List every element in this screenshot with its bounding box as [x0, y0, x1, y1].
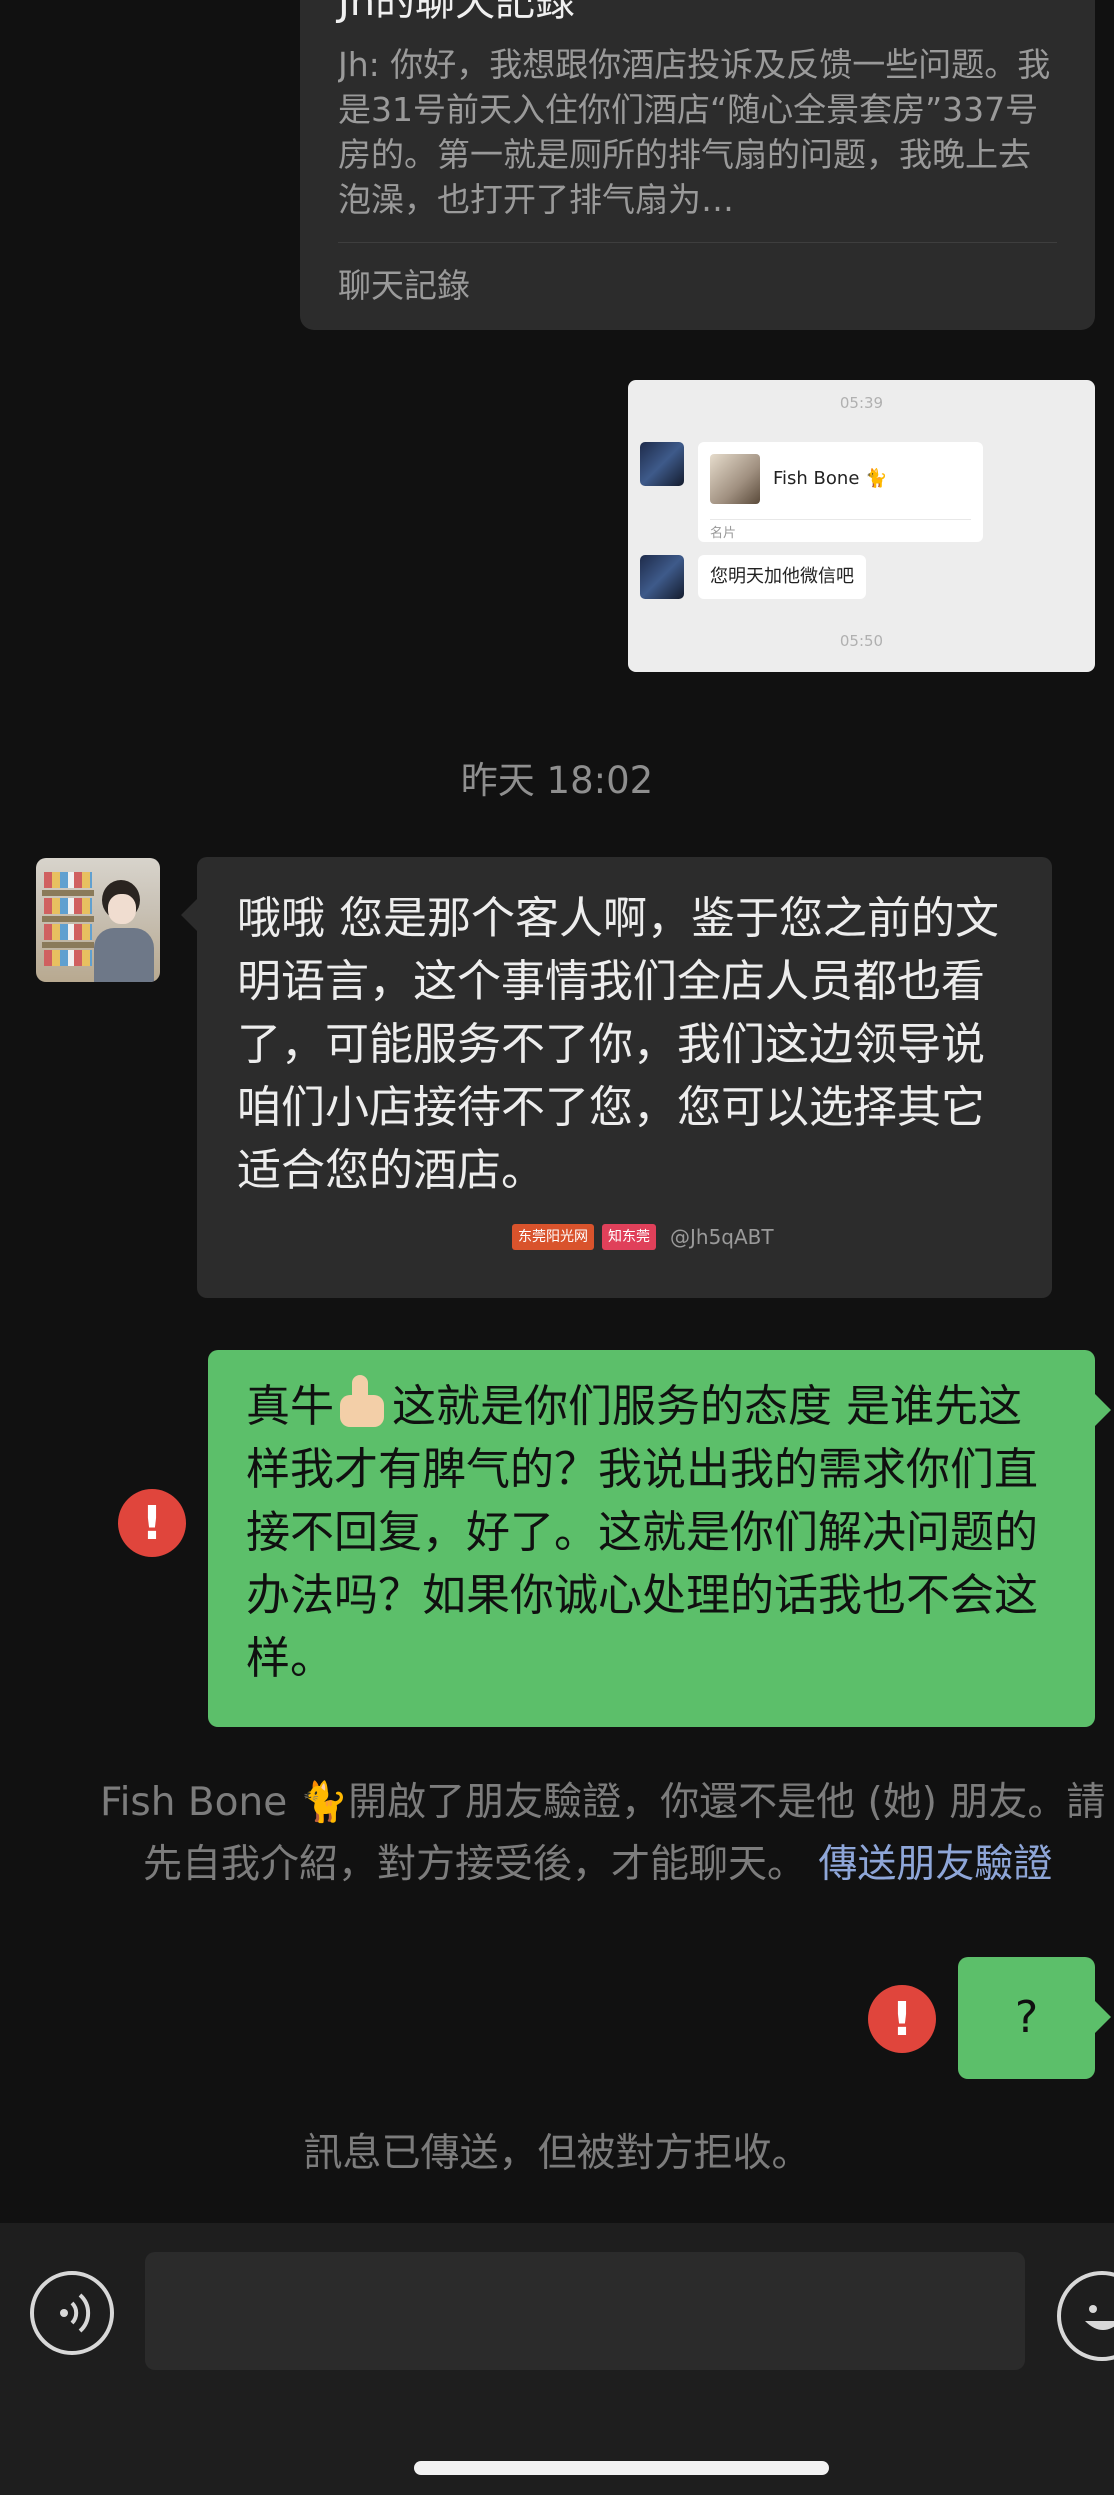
chat-record-preview: Jh: 你好，我想跟你酒店投诉及反馈一些问题。我是31号前天入住你们酒店“随心全… [338, 45, 1051, 219]
chat-record-footer: 聊天記錄 [338, 266, 470, 305]
contact-card-label: 名片 [710, 526, 737, 541]
screenshot-avatar [640, 555, 684, 599]
avatar-person-face [108, 894, 136, 924]
avatar-shelf-goods [44, 898, 92, 914]
contact-card-name: Fish Bone 🐈 [773, 468, 888, 489]
divider [338, 242, 1057, 243]
question-message-bubble[interactable]: ? [958, 1957, 1111, 2079]
send-verification-link[interactable]: 傳送朋友驗證 [818, 1842, 1052, 1887]
avatar-shelf-goods [44, 872, 92, 888]
screenshot-contact-card: Fish Bone 🐈 名片 [698, 442, 983, 542]
incoming-message-bubble[interactable]: 哦哦 您是那个客人啊，鉴于您之前的文明语言，这个事情我们全店人员都也看了，可能服… [181, 857, 1052, 1298]
voice-glyph [60, 2293, 91, 2333]
chat-timestamp: 昨天 18:02 [460, 759, 654, 802]
chat-record-title: Jh的聊天記錄 [338, 0, 576, 25]
screenshot-time-bottom: 05:50 [839, 632, 884, 650]
contact-card-thumbnail [710, 454, 760, 504]
contact-avatar[interactable] [36, 858, 160, 982]
home-indicator[interactable] [414, 2461, 829, 2475]
avatar-shelf-goods [44, 950, 92, 966]
avatar-shelf-goods [44, 924, 92, 940]
screenshot-image-message[interactable]: 05:39 Fish Bone 🐈 名片 您明天加他微信吧 05:50 [628, 380, 1095, 672]
screenshot-avatar [640, 442, 684, 486]
avatar-shelf [42, 942, 94, 948]
divider [710, 519, 971, 520]
avatar-person-body [94, 928, 154, 982]
send-failed-icon[interactable]: ! [868, 1985, 936, 2053]
outgoing-message-prefix: 真牛 [246, 1381, 334, 1432]
outgoing-message-bubble[interactable]: 真牛 这就是你们服务的态度 是谁先这样我才有脾气的？我说出我的需求你们直接不回复，… [208, 1350, 1111, 1727]
screenshot-time-top: 05:39 [839, 394, 884, 412]
watermark-logo-sun0769: 东莞阳光网 [512, 1224, 594, 1250]
watermark: 东莞阳光网 知东莞 @Jh5qABT [512, 1223, 774, 1251]
notice-line-2: 先自我介紹，對方接受後，才能聊天。 [143, 1842, 807, 1887]
watermark-handle: @Jh5qABT [670, 1224, 774, 1249]
message-rejected-notice: 訊息已傳送，但被對方拒收。 [303, 2131, 811, 2176]
avatar-shelf [42, 916, 94, 922]
notice-line-1: Fish Bone 🐈開啟了朋友驗證，你還不是他 (她) 朋友。請 [100, 1780, 1106, 1825]
voice-icon[interactable] [30, 2271, 114, 2355]
avatar-shelf [42, 890, 94, 896]
chat-record-card[interactable]: Jh的聊天記錄 Jh: 你好，我想跟你酒店投诉及反馈一些问题。我是31号前天入住… [300, 0, 1095, 330]
friend-verification-notice: Fish Bone 🐈開啟了朋友驗證，你還不是他 (她) 朋友。請 先自我介紹，… [0, 1772, 1114, 1896]
incoming-message-text: 哦哦 您是那个客人啊，鉴于您之前的文明语言，这个事情我们全店人员都也看了，可能服… [237, 893, 999, 1196]
send-failed-icon[interactable]: ! [118, 1489, 186, 1557]
message-input[interactable] [145, 2252, 1025, 2370]
screenshot-text-message: 您明天加他微信吧 [698, 555, 866, 599]
thumbs-up-icon [334, 1375, 392, 1429]
emoji-glyph [1085, 2305, 1114, 2330]
watermark-logo-zhidongguan: 知东莞 [602, 1224, 656, 1250]
